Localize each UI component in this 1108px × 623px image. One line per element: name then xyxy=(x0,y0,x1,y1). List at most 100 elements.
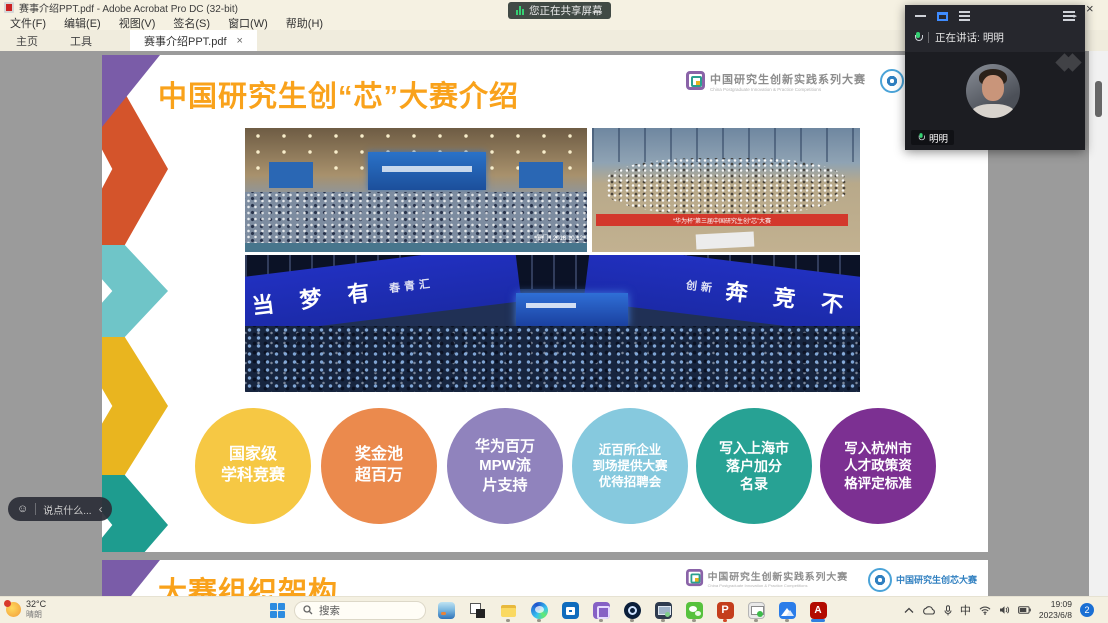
taskbar-icon-acrobat[interactable]: A xyxy=(807,598,829,622)
series-logo-icon xyxy=(686,569,703,586)
taskbar-icon-file-explorer[interactable] xyxy=(497,598,519,622)
screen-share-banner[interactable]: 您正在共享屏幕 xyxy=(508,2,611,19)
taskbar-icon-store[interactable] xyxy=(559,598,581,622)
search-icon xyxy=(303,605,313,615)
weather-temp: 32°C xyxy=(26,599,46,610)
divider xyxy=(35,503,36,515)
slide2-title: 大赛组织架构 xyxy=(158,569,338,597)
menu-help[interactable]: 帮助(H) xyxy=(286,15,323,31)
onedrive-cloud-icon[interactable] xyxy=(922,606,936,615)
system-tray: 中 19:09 2023/6/8 2 xyxy=(904,597,1094,623)
start-button[interactable] xyxy=(270,603,285,618)
benefit-line: 写入杭州市 xyxy=(844,440,912,458)
video-call-panel[interactable]: 正在讲话: 明明 明明 xyxy=(905,5,1085,150)
white-sheet xyxy=(696,231,755,249)
sun-weather-icon xyxy=(6,602,21,617)
emoji-icon[interactable]: ☺ xyxy=(17,503,28,515)
window-close-button[interactable]: × xyxy=(1086,2,1094,15)
taskbar-icon-task-view[interactable] xyxy=(435,598,457,622)
taskbar-icon-squares-app[interactable] xyxy=(466,598,488,622)
chevron-decoration xyxy=(102,337,168,475)
taskbar-clock[interactable]: 19:09 2023/6/8 xyxy=(1039,599,1072,620)
clock-time: 19:09 xyxy=(1039,599,1072,610)
chat-input[interactable]: 说点什么... xyxy=(43,502,91,517)
menu-icon[interactable] xyxy=(959,11,970,21)
chip-competition-logo-icon xyxy=(868,568,892,592)
weather-widget[interactable]: 32°C 晴朗 xyxy=(6,599,46,619)
tab-close-icon[interactable]: × xyxy=(237,35,243,47)
taskbar-icon-screenshare-app[interactable] xyxy=(745,598,767,622)
screenshare-app-icon xyxy=(748,602,765,619)
menu-sign[interactable]: 签名(S) xyxy=(173,15,210,31)
chat-bubble[interactable]: ☺ 说点什么... ‹ xyxy=(8,497,112,521)
stage-screen xyxy=(368,152,486,190)
search-input[interactable]: 搜索 xyxy=(294,601,426,620)
tab-document[interactable]: 赛事介绍PPT.pdf × xyxy=(130,30,257,51)
benefit-circle: 华为百万 MPW流 片支持 xyxy=(444,405,566,527)
tab-tools[interactable]: 工具 xyxy=(54,30,108,51)
background-structures xyxy=(592,128,860,162)
weather-condition: 晴朗 xyxy=(26,610,46,620)
menu-edit[interactable]: 编辑(E) xyxy=(64,15,101,31)
taskbar-icon-remote-desktop[interactable] xyxy=(652,598,674,622)
pdf-page-1[interactable]: 中国研究生创“芯”大赛介绍 中国研究生创新实践系列大赛 China Postgr… xyxy=(102,55,988,552)
taskbar-icon-purple-app[interactable] xyxy=(590,598,612,622)
auditorium-photo: 当 梦 有 春青汇 创新 奔 竞 不 xyxy=(245,255,860,392)
benefit-line: 华为百万 xyxy=(475,437,535,457)
share-indicator-icon xyxy=(516,6,524,15)
taskbar-icon-powerpoint[interactable]: P xyxy=(714,598,736,622)
taskbar-icon-target-app[interactable] xyxy=(621,598,643,622)
red-banner: “华为杯”第三届中国研究生创“芯”大赛 xyxy=(596,214,848,226)
participant-video-avatar xyxy=(966,64,1020,118)
menu-window[interactable]: 窗口(W) xyxy=(228,15,268,31)
battery-icon[interactable] xyxy=(1018,606,1031,614)
benefit-circle: 近百所企业 到场提供大赛 优待招聘会 xyxy=(569,405,691,527)
microphone-tray-icon[interactable] xyxy=(944,605,952,616)
menu-view[interactable]: 视图(V) xyxy=(119,15,156,31)
group-photo: “华为杯”第三届中国研究生创“芯”大赛 xyxy=(592,128,860,252)
call-panel-header[interactable] xyxy=(905,5,1085,27)
benefit-line: 近百所企业 xyxy=(599,442,662,458)
powerpoint-icon: P xyxy=(717,602,734,619)
chevron-decoration xyxy=(102,245,168,337)
pdf-page-2[interactable]: 大赛组织架构 中国研究生创新实践系列大赛 China Postgraduate … xyxy=(102,560,988,597)
red-banner-text: “华为杯”第三届中国研究生创“芯”大赛 xyxy=(673,216,771,225)
remote-desktop-icon xyxy=(655,602,672,619)
series-competition-logo: 中国研究生创新实践系列大赛 China Postgraduate Innovat… xyxy=(686,71,866,92)
series-competition-logo: 中国研究生创新实践系列大赛 China Postgraduate Innovat… xyxy=(686,569,848,588)
photo-caption: 厦门 | 2018.10.12 xyxy=(536,233,583,242)
minimize-icon[interactable] xyxy=(915,15,926,17)
clock-date: 2023/6/8 xyxy=(1039,610,1072,621)
taskbar-icon-meeting-app[interactable] xyxy=(776,598,798,622)
microphone-icon xyxy=(918,133,924,142)
benefit-circle: 写入杭州市 人才政策资 格评定标准 xyxy=(817,405,939,527)
watermark-logo xyxy=(1063,56,1079,74)
notification-badge[interactable]: 2 xyxy=(1080,603,1094,617)
acrobat-icon: A xyxy=(810,602,827,619)
taskbar-icon-edge[interactable] xyxy=(528,598,550,622)
stage-screen xyxy=(516,293,628,327)
restore-window-icon[interactable] xyxy=(937,12,948,21)
vertical-scrollbar[interactable] xyxy=(1089,51,1108,597)
benefit-line: 落户加分 xyxy=(726,457,782,475)
participant-name: 明明 xyxy=(929,131,948,145)
speaker-icon[interactable] xyxy=(999,605,1010,615)
menu-file[interactable]: 文件(F) xyxy=(10,15,46,31)
search-placeholder: 搜索 xyxy=(319,603,340,618)
floor xyxy=(245,243,587,252)
taskbar-icon-wechat[interactable] xyxy=(683,598,705,622)
collapse-chevron-icon[interactable]: ‹ xyxy=(99,502,103,516)
tray-expand-chevron-icon[interactable] xyxy=(904,607,914,614)
avatar-face xyxy=(982,75,1004,101)
banner-left-text: 当 梦 有 xyxy=(250,274,381,321)
series-logo-subtitle: China Postgraduate Innovation & Practice… xyxy=(710,87,866,92)
speaking-status-row: 正在讲话: 明明 xyxy=(905,27,1085,47)
participant-name-chip: 明明 xyxy=(911,130,954,145)
ime-indicator[interactable]: 中 xyxy=(960,602,971,618)
scrollbar-thumb[interactable] xyxy=(1095,81,1102,117)
crowd-texture xyxy=(245,326,860,392)
tab-home[interactable]: 主页 xyxy=(0,30,54,51)
collapse-panel-icon[interactable] xyxy=(1063,11,1075,21)
wifi-icon[interactable] xyxy=(979,606,991,615)
benefit-line: 超百万 xyxy=(355,466,403,487)
